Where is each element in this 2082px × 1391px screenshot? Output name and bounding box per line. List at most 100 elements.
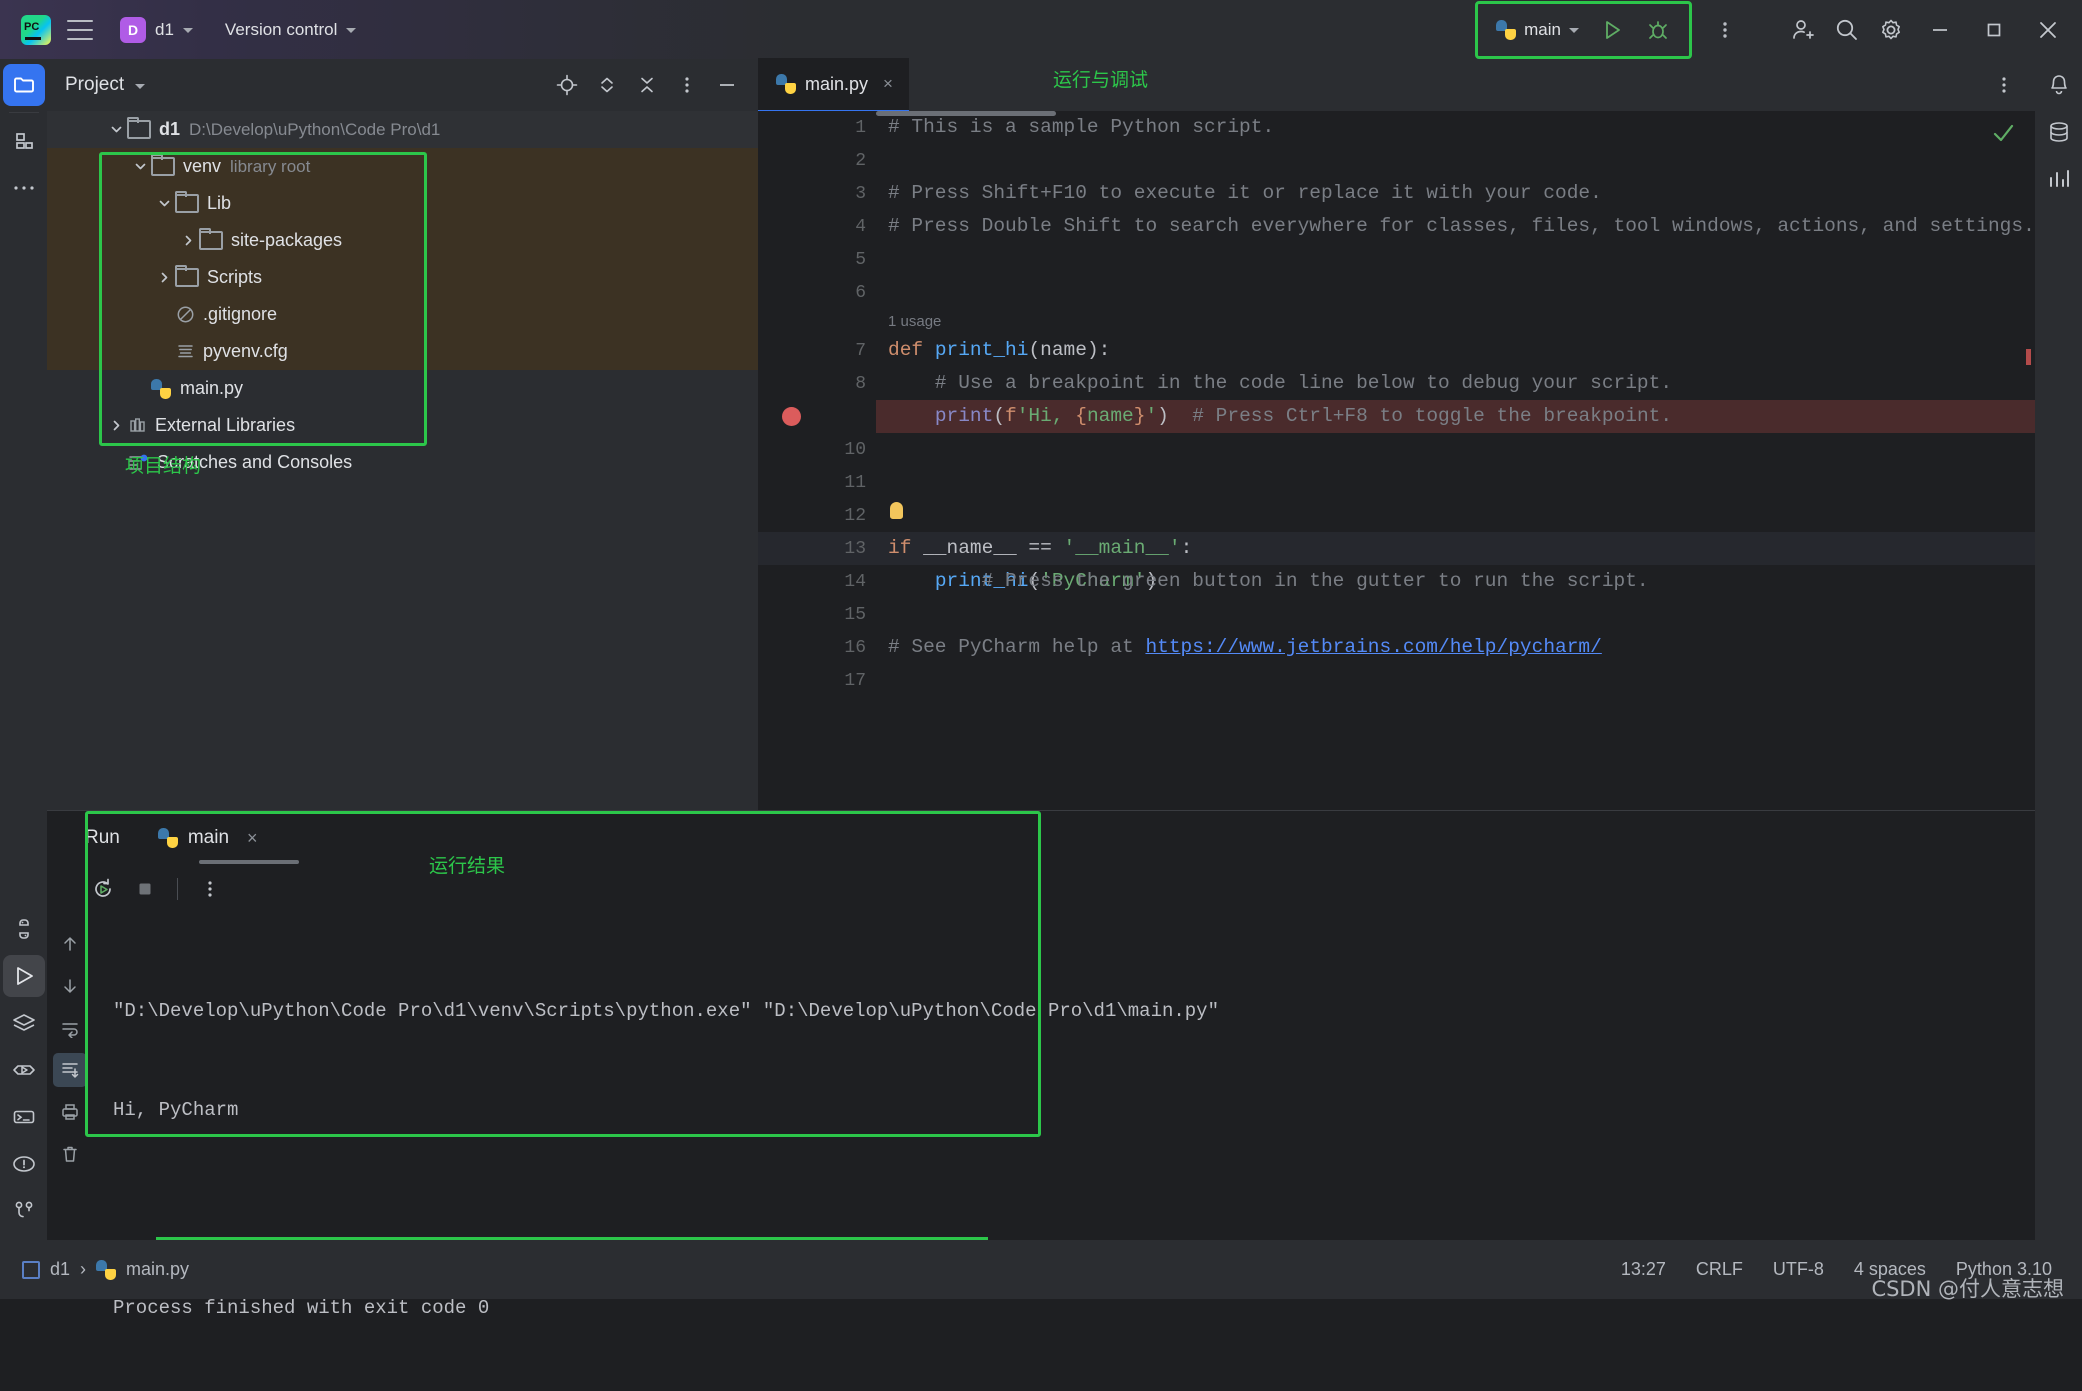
hide-panel-icon[interactable] (710, 68, 744, 102)
line-number: 11 (844, 472, 866, 493)
tree-item-pyvenv-cfg[interactable]: pyvenv.cfg (47, 333, 758, 370)
config-file-icon (175, 342, 195, 361)
code-text: # Use a breakpoint in the code line belo… (888, 372, 1673, 394)
code-line-current[interactable]: if __name__ == '__main__': (876, 532, 2035, 565)
indent-setting[interactable]: 4 spaces (1854, 1259, 1926, 1280)
inspection-status-icon[interactable] (1991, 121, 2015, 145)
usage-hint[interactable]: 1 usage (876, 309, 2035, 334)
version-control-menu[interactable]: Version control (225, 20, 357, 40)
line-number: 6 (855, 282, 866, 303)
rerun-icon[interactable] (85, 871, 121, 907)
more-vertical-icon[interactable] (670, 68, 704, 102)
editor-gutter[interactable]: 1 2 3 4 5 6 7 8 10 11 12 13 14 15 16 17 (758, 111, 901, 852)
gutter-run-line[interactable]: 13 (758, 532, 901, 565)
project-panel-toolbar (550, 68, 744, 102)
tree-item-lib[interactable]: Lib (47, 185, 758, 222)
breakpoint-icon[interactable] (782, 407, 801, 426)
line-number: 10 (844, 439, 866, 460)
sidebar-item-problems[interactable] (3, 1143, 45, 1185)
project-selector[interactable]: D d1 (110, 12, 203, 48)
tree-item-site-packages[interactable]: site-packages (47, 222, 758, 259)
gear-icon[interactable] (1870, 9, 1912, 51)
run-tab-main[interactable]: main × (157, 811, 258, 865)
tree-item-label: Lib (207, 193, 232, 213)
python-file-icon (96, 1259, 117, 1280)
code-lines[interactable]: # This is a sample Python script. # Pres… (876, 111, 2035, 852)
sidebar-item-more[interactable] (3, 167, 45, 209)
sidebar-item-debug[interactable] (3, 1049, 45, 1091)
close-icon[interactable] (2022, 8, 2074, 52)
chevron-down-icon[interactable] (153, 197, 175, 210)
sidebar-item-python-packages[interactable] (3, 908, 45, 950)
close-icon[interactable]: × (247, 828, 258, 849)
tree-item-external-libraries[interactable]: External Libraries (47, 407, 758, 444)
search-icon[interactable] (1826, 9, 1868, 51)
soft-wrap-icon[interactable] (53, 1011, 87, 1045)
chevron-right-icon[interactable] (105, 419, 127, 432)
chevron-down-icon[interactable] (129, 160, 151, 173)
database-icon[interactable] (2038, 111, 2080, 153)
sidebar-item-git[interactable] (3, 1190, 45, 1232)
sidebar-item-project[interactable] (2, 64, 45, 106)
scroll-to-end-icon[interactable] (53, 1053, 87, 1087)
project-name-label: d1 (155, 19, 174, 39)
editor-tab-bar: main.py × 运行与调试 (758, 58, 2035, 112)
debug-button[interactable] (1637, 9, 1679, 51)
file-encoding[interactable]: UTF-8 (1773, 1259, 1824, 1280)
project-badge: D (120, 16, 146, 43)
locate-icon[interactable] (550, 68, 584, 102)
console-output[interactable]: "D:\Develop\uPython\Code Pro\d1\venv\Scr… (93, 913, 2035, 1391)
chevron-down-icon[interactable] (135, 83, 146, 89)
project-tree: d1 D:\Develop\uPython\Code Pro\d1 venv l… (47, 111, 758, 481)
trash-icon[interactable] (53, 1137, 87, 1171)
close-icon[interactable]: × (883, 74, 893, 94)
tab-main-py[interactable]: main.py × (758, 58, 909, 112)
sidebar-item-terminal[interactable] (3, 1096, 45, 1138)
caret-position[interactable]: 13:27 (1621, 1259, 1666, 1280)
line-separator[interactable]: CRLF (1696, 1259, 1743, 1280)
more-vertical-icon[interactable] (1704, 9, 1746, 51)
chevron-down-icon[interactable] (105, 123, 127, 136)
sidebar-item-structure[interactable] (3, 120, 45, 162)
more-vertical-icon[interactable] (192, 871, 228, 907)
ai-assistant-icon[interactable] (2038, 158, 2080, 200)
status-bar-right: 13:27 CRLF UTF-8 4 spaces Python 3.10 CS… (1621, 1259, 2082, 1301)
down-arrow-icon[interactable] (53, 969, 87, 1003)
sidebar-item-run[interactable] (2, 955, 45, 997)
tree-item-d1[interactable]: d1 D:\Develop\uPython\Code Pro\d1 (47, 111, 758, 148)
tree-item-gitignore[interactable]: .gitignore (47, 296, 758, 333)
error-stripe-marker[interactable] (2026, 349, 2031, 365)
code-line-breakpoint[interactable]: print(f'Hi, {name}') # Press Ctrl+F8 to … (876, 400, 2035, 433)
chevron-right-icon[interactable] (153, 271, 175, 284)
line-number: 16 (844, 637, 866, 658)
tree-item-venv[interactable]: venv library root (47, 148, 758, 185)
run-button[interactable] (1591, 9, 1633, 51)
up-arrow-icon[interactable] (53, 927, 87, 961)
sidebar-item-services[interactable] (3, 1002, 45, 1044)
expand-collapse-icon[interactable] (590, 68, 624, 102)
maximize-icon[interactable] (1968, 8, 2020, 52)
breadcrumb-project[interactable]: d1 (50, 1259, 70, 1280)
collapse-all-icon[interactable] (630, 68, 664, 102)
breadcrumb-file[interactable]: main.py (126, 1259, 189, 1280)
minimize-icon[interactable] (1914, 8, 1966, 52)
code-canvas[interactable]: 1 2 3 4 5 6 7 8 10 11 12 13 14 15 16 17 (758, 111, 2035, 852)
run-configuration-selector[interactable]: main (1488, 17, 1587, 43)
interpreter-selector[interactable]: Python 3.10 (1956, 1259, 2052, 1280)
tree-item-main-py[interactable]: main.py (47, 370, 758, 407)
project-structure-annotation: 项目结构 (125, 455, 202, 477)
tree-item-scripts[interactable]: Scripts (47, 259, 758, 296)
help-url-link[interactable]: https://www.jetbrains.com/help/pycharm/ (1145, 636, 1601, 658)
gutter-breakpoint[interactable] (758, 400, 876, 433)
stop-icon[interactable] (127, 871, 163, 907)
print-icon[interactable] (53, 1095, 87, 1129)
hamburger-menu-icon[interactable] (58, 8, 102, 52)
intention-bulb-icon[interactable] (890, 502, 903, 519)
chevron-down-icon (182, 28, 193, 33)
status-bar: d1 › main.py 13:27 CRLF UTF-8 4 spaces P… (0, 1237, 2082, 1301)
notifications-icon[interactable] (2038, 64, 2080, 106)
more-vertical-icon[interactable] (1987, 68, 2021, 102)
add-user-icon[interactable] (1782, 9, 1824, 51)
chevron-right-icon[interactable] (177, 234, 199, 247)
